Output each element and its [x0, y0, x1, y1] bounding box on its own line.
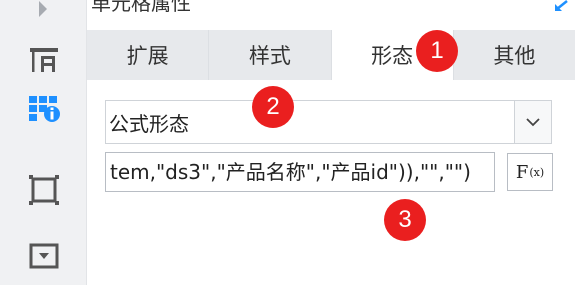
annotation-badge-1: 1: [416, 30, 458, 72]
annotation-badge-2: 2: [252, 86, 294, 128]
panel-title: 单元格属性: [91, 0, 191, 15]
tab-style[interactable]: 样式: [209, 30, 332, 80]
property-tabs: 扩展 样式 形态 其他: [87, 30, 575, 80]
widget-icon: [29, 243, 59, 269]
cell-layout-button[interactable]: [24, 40, 64, 80]
border-icon: [29, 175, 59, 205]
form-type-select[interactable]: 公式形态: [105, 100, 552, 144]
formula-input[interactable]: tem,"ds3","产品名称","产品id")),"",""): [105, 152, 495, 192]
form-type-value: 公式形态: [109, 111, 189, 136]
formula-editor-button[interactable]: F (x): [507, 153, 553, 191]
chevron-down-icon: [526, 117, 540, 126]
dropdown-toggle[interactable]: [514, 101, 551, 143]
cell-layout-icon: [30, 48, 58, 72]
fx-label-main: F: [515, 161, 529, 183]
cell-properties-icon: [29, 96, 60, 122]
dock-arrow-icon[interactable]: [553, 0, 569, 12]
widget-button[interactable]: [24, 236, 64, 276]
fx-label-sub: (x): [529, 165, 545, 179]
tab-expand[interactable]: 扩展: [87, 30, 210, 80]
left-toolbar: [0, 0, 87, 285]
tab-other[interactable]: 其他: [453, 30, 575, 80]
annotation-badge-3: 3: [384, 199, 426, 241]
expand-arrow-icon[interactable]: [39, 1, 47, 17]
cell-properties-button[interactable]: [24, 88, 64, 128]
border-button[interactable]: [24, 170, 64, 210]
cell-property-panel: 单元格属性 扩展 样式 形态 其他 公式形态 tem,"ds3","产品名称",…: [87, 0, 575, 285]
